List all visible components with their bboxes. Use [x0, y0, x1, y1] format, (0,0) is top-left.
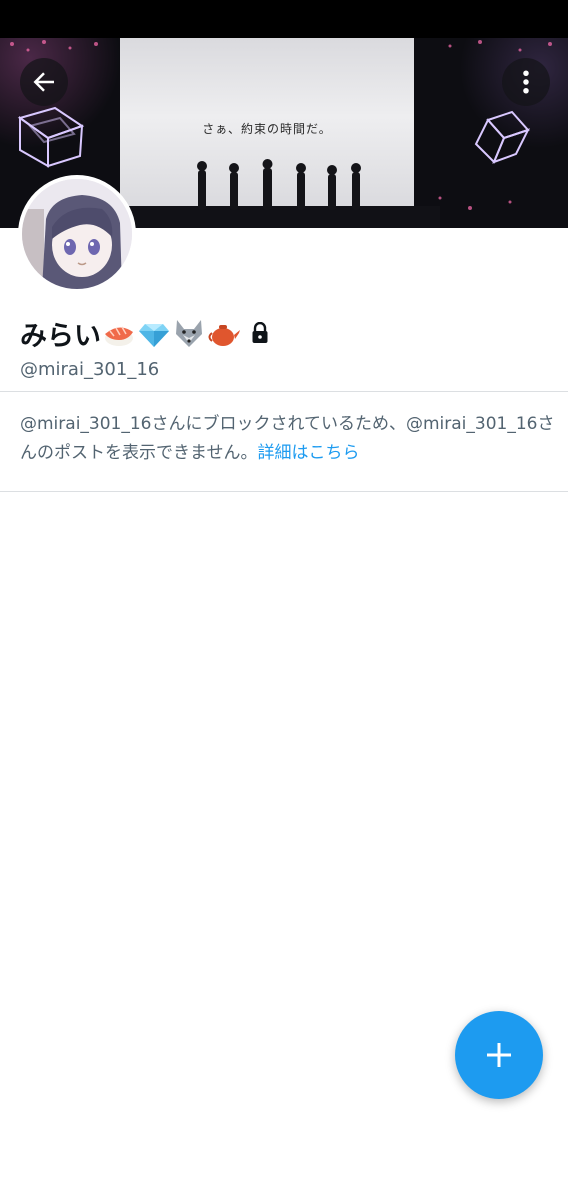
status-bar: [0, 0, 568, 38]
teapot-icon: [208, 325, 240, 346]
lock-icon: [252, 322, 268, 343]
performer-silhouettes: [197, 159, 361, 210]
wolf-icon: [176, 320, 202, 347]
sushi-icon: [105, 326, 133, 346]
divider: [0, 491, 568, 492]
display-name-row: みらい: [20, 313, 269, 353]
learn-more-link[interactable]: 詳細はこちら: [258, 443, 360, 463]
avatar[interactable]: [18, 175, 136, 293]
plus-icon: [487, 1043, 511, 1067]
avatar-image: [22, 179, 132, 289]
more-options-button[interactable]: [502, 58, 550, 106]
divider: [0, 391, 568, 392]
more-vertical-icon: [523, 70, 529, 94]
display-name: みらい: [20, 320, 101, 352]
profile-handle: @mirai_301_16: [20, 359, 160, 380]
back-button[interactable]: [20, 58, 68, 106]
blocked-notice: @mirai_301_16さんにブロックされているため、@mirai_301_1…: [20, 410, 555, 468]
left-cube-icon: [17, 106, 85, 168]
compose-button[interactable]: [455, 1011, 543, 1099]
right-cube-icon: [474, 110, 530, 164]
arrow-left-icon: [33, 72, 54, 92]
gem-icon: [139, 324, 169, 347]
